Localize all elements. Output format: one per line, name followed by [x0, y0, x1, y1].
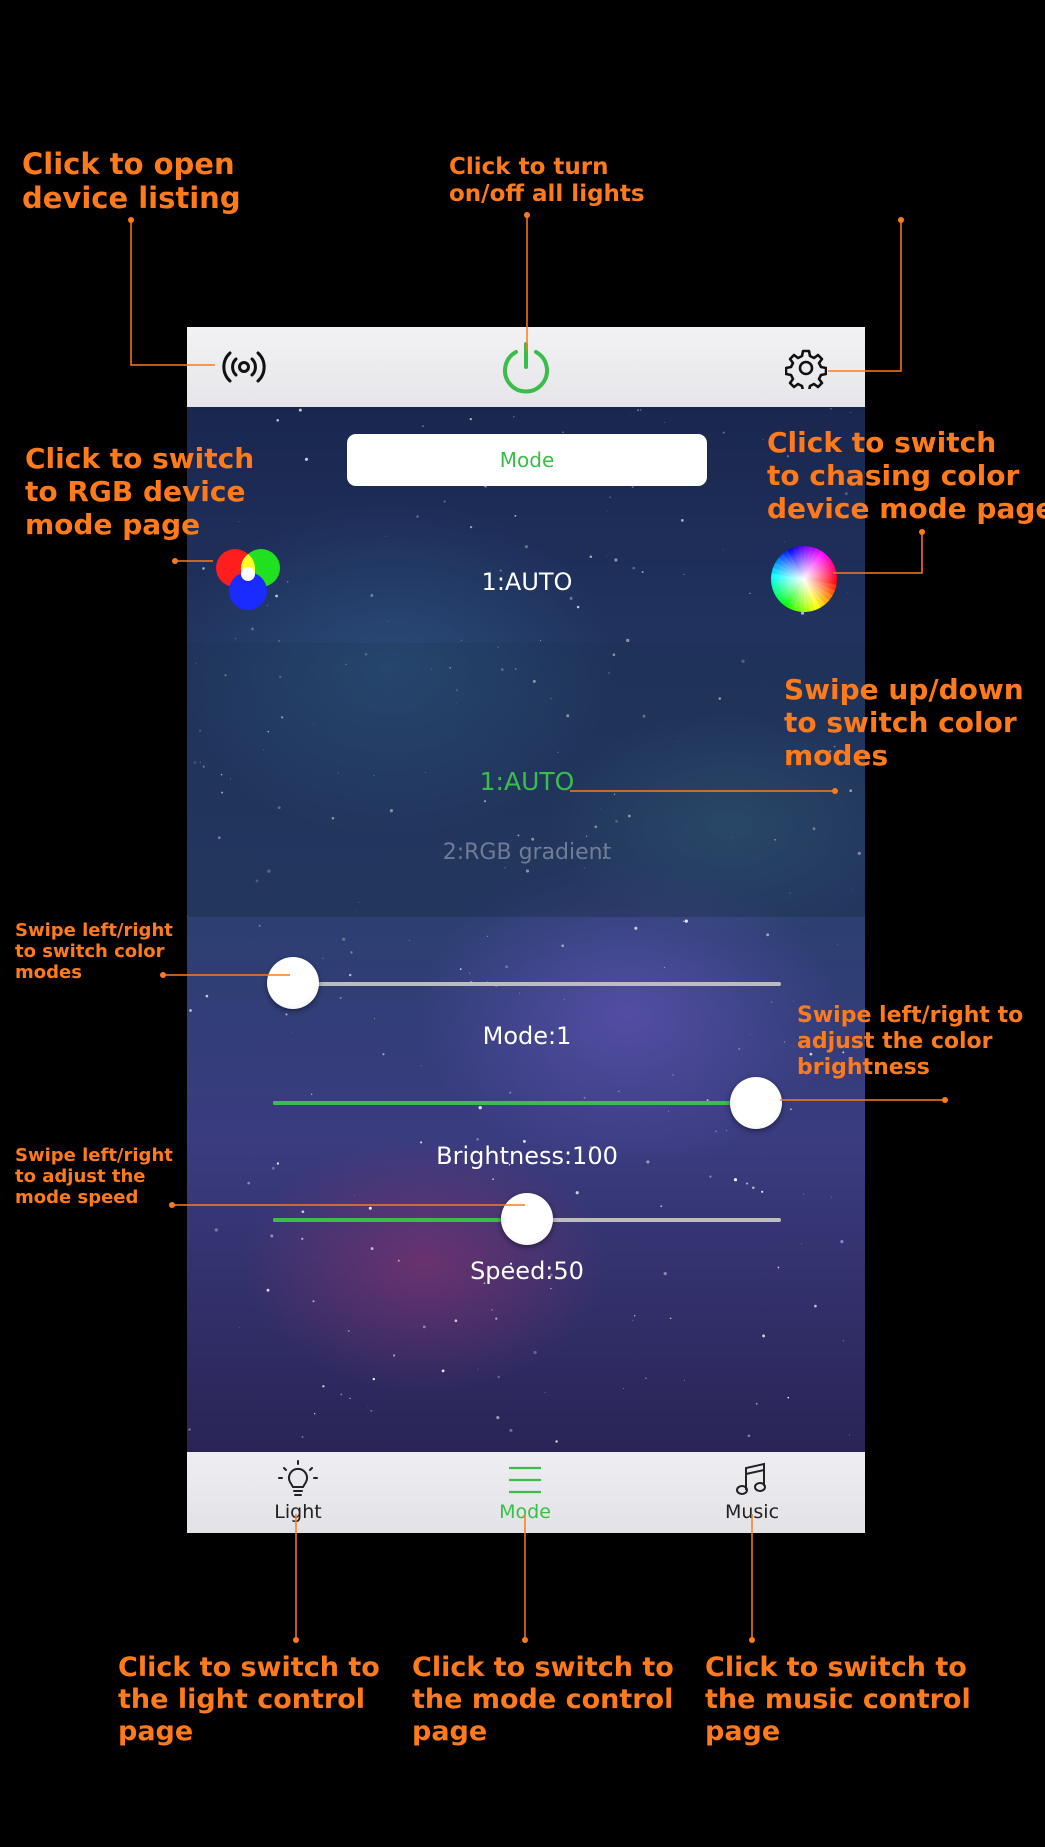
annotation-swipe-brightness: Swipe left/right to adjust the color brigh…	[797, 1003, 1024, 1080]
annotation-music-page: Click to switch to the music control page	[705, 1652, 971, 1747]
annotation-rgb-mode: Click to switch to RGB device mode page	[25, 442, 255, 542]
annotation-light-page: Click to switch to the light control page	[118, 1652, 380, 1747]
annotation-swipe-modes: Swipe up/down to switch color modes	[784, 673, 1024, 773]
annotation-power: Click to turn on/off all lights	[449, 154, 645, 208]
annotation-mode-page: Click to switch to the mode control page	[412, 1652, 674, 1747]
annotation-chasing-mode: Click to switch to chasing color device mo…	[767, 426, 1045, 526]
annotation-device-listing: Click to open device listing	[22, 147, 241, 216]
annotation-swipe-speed: Swipe left/right to adjust the mode speed	[15, 1145, 173, 1209]
annotation-swipe-lr-modes: Swipe left/right to switch color modes	[15, 920, 173, 984]
